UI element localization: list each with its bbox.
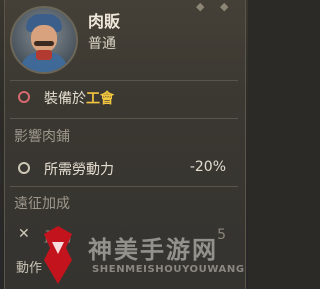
divider bbox=[10, 186, 238, 187]
section-title-expedition: 遠征加成 bbox=[14, 196, 70, 212]
section-title-affect: 影響肉鋪 bbox=[14, 129, 70, 145]
watermark-text: 神美手游网 bbox=[88, 236, 218, 264]
stat-row-labor: 所需勞動力 -20% bbox=[10, 155, 240, 181]
crossed-swords-icon: ✕ bbox=[18, 226, 30, 242]
stat-value-labor: -20% bbox=[189, 159, 226, 175]
unit-rank: 普通 bbox=[88, 36, 116, 52]
character-avatar bbox=[10, 6, 78, 74]
equip-prefix: 裝備於 bbox=[44, 91, 86, 107]
divider bbox=[10, 80, 238, 81]
divider bbox=[10, 118, 238, 119]
top-decoration: ◆ ◆ bbox=[196, 0, 235, 13]
gear-icon bbox=[18, 91, 30, 103]
unit-name: 肉販 bbox=[88, 12, 121, 31]
labor-icon bbox=[18, 162, 30, 174]
equip-target: 工會 bbox=[86, 91, 114, 107]
watermark-logo-icon bbox=[44, 226, 72, 284]
watermark-subtext: SHENMEISHOUYOUWANG bbox=[92, 264, 245, 275]
watermark: 神美手游网 SHENMEISHOUYOUWANG bbox=[38, 224, 248, 289]
stat-label-labor: 所需勞動力 bbox=[44, 162, 114, 178]
equip-row: 裝備於工會 bbox=[10, 86, 240, 112]
